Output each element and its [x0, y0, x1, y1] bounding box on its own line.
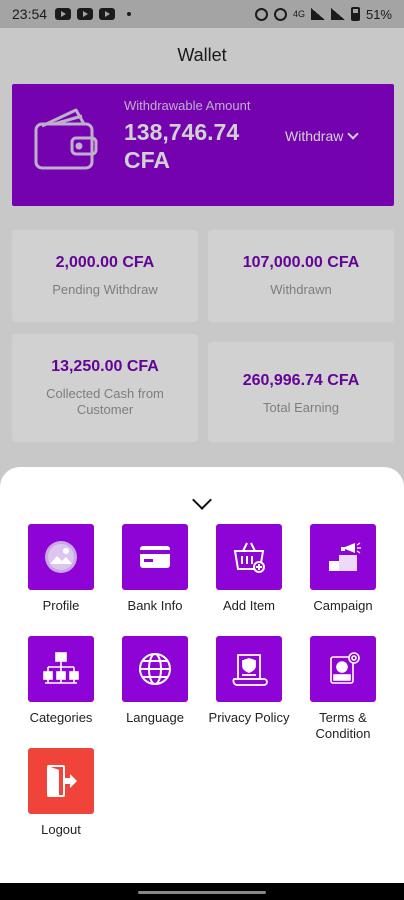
basket-icon [233, 542, 265, 573]
menu-item-privacy-policy[interactable]: Privacy Policy [203, 636, 295, 726]
categories-icon-box [28, 636, 94, 702]
terms-icon [330, 652, 360, 684]
home-gesture-handle[interactable] [138, 891, 266, 894]
navigation-bar [0, 883, 404, 900]
menu-item-label: Add Item [222, 598, 276, 613]
privacy-policy-icon-box [216, 636, 282, 702]
policy-icon [232, 654, 268, 686]
add-item-icon-box [216, 524, 282, 590]
menu-item-label: Profile [42, 598, 80, 613]
menu-item-label: Language [126, 710, 184, 725]
logout-icon-box [28, 748, 94, 814]
menu-item-label: Categories [29, 710, 93, 725]
menu-item-campaign[interactable]: Campaign [297, 524, 389, 614]
menu-item-categories[interactable]: Categories [15, 636, 107, 726]
globe-icon [139, 653, 171, 685]
menu-bottom-sheet: Profile Bank Info Add Item Campaign Cate… [0, 467, 404, 883]
categories-icon [43, 652, 79, 684]
menu-item-label: Bank Info [127, 598, 183, 613]
menu-item-language[interactable]: Language [109, 636, 201, 726]
profile-icon-box [28, 524, 94, 590]
menu-item-add-item[interactable]: Add Item [203, 524, 295, 614]
menu-item-label: Terms & Condition [315, 710, 371, 741]
language-icon-box [122, 636, 188, 702]
bank-info-icon-box [122, 524, 188, 590]
menu-item-label: Campaign [313, 598, 373, 613]
logout-icon [47, 765, 77, 797]
menu-item-label: Privacy Policy [208, 710, 290, 725]
menu-item-terms-condition[interactable]: Terms & Condition [297, 636, 389, 742]
image-icon [45, 541, 77, 573]
menu-item-profile[interactable]: Profile [15, 524, 107, 614]
menu-item-bank-info[interactable]: Bank Info [109, 524, 201, 614]
campaign-icon [329, 542, 361, 571]
card-icon [140, 546, 170, 568]
campaign-icon-box [310, 524, 376, 590]
menu-item-label: Logout [41, 822, 81, 837]
collapse-chevron-icon[interactable] [192, 490, 212, 510]
menu-item-logout[interactable]: Logout [15, 748, 107, 838]
terms-icon-box [310, 636, 376, 702]
